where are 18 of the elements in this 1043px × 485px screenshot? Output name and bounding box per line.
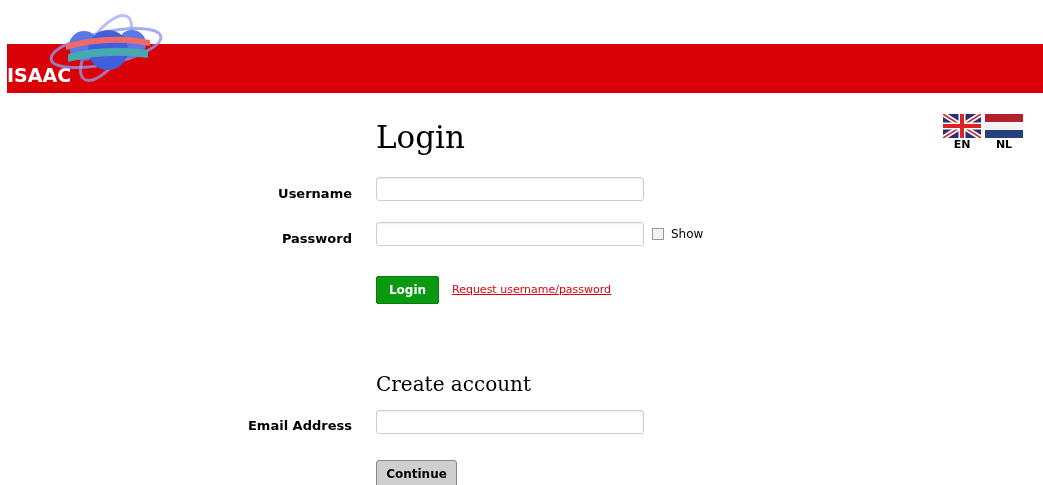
show-checkbox[interactable]: [652, 228, 664, 240]
field-label: Password: [281, 231, 352, 246]
login-button[interactable]: Login: [376, 276, 439, 304]
section-title: Create account: [376, 371, 532, 398]
page-title: Login: [376, 118, 465, 157]
username-field[interactable]: [376, 177, 644, 201]
language-option[interactable]: NL: [985, 114, 1023, 152]
show-label: Show: [671, 226, 704, 243]
striped-flag-icon: [985, 114, 1023, 138]
password-field[interactable]: [376, 222, 644, 246]
continue-button[interactable]: Continue: [376, 460, 457, 485]
union-flag-icon: [943, 114, 981, 138]
language-option[interactable]: EN: [943, 114, 981, 152]
email-field[interactable]: [376, 410, 644, 434]
brand-name: ISAAC: [7, 66, 72, 85]
field-label: Username: [278, 186, 352, 201]
request-credentials-link[interactable]: Request username/password: [452, 281, 612, 299]
field-label: Email Address: [248, 418, 352, 433]
